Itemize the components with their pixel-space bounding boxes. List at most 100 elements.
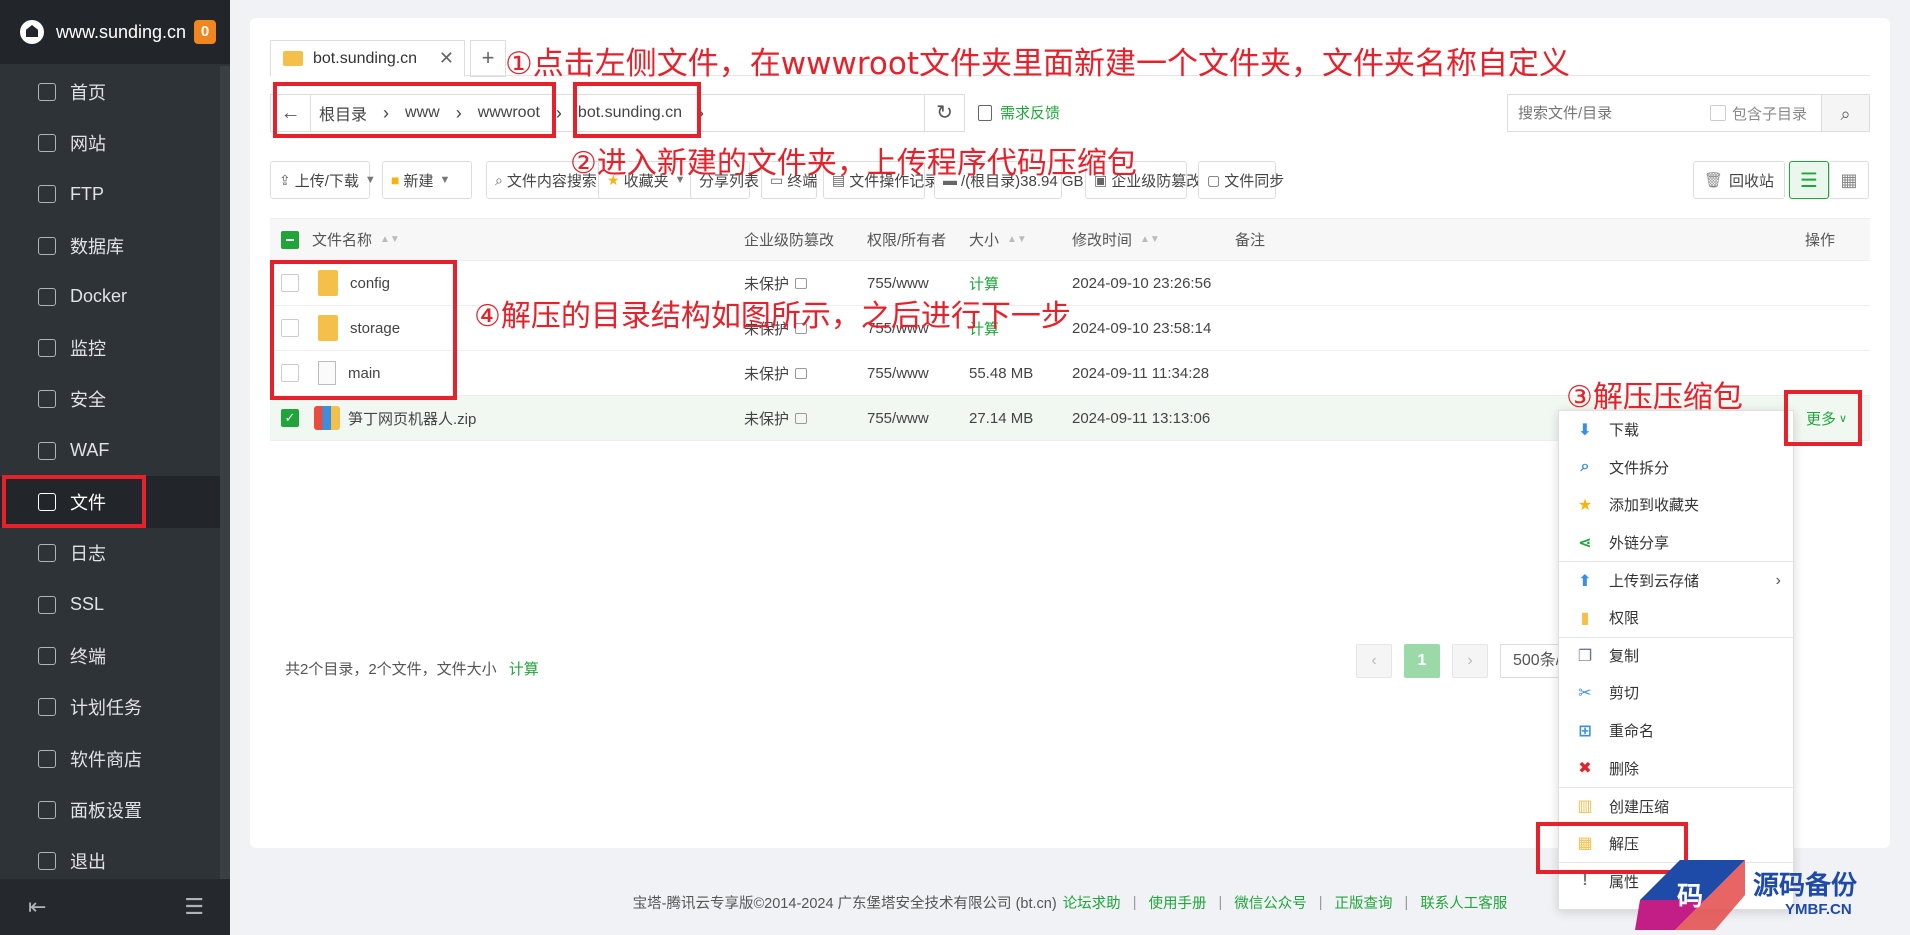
menu-item-4[interactable]: ⬆ 上传到云存储 › (1559, 561, 1793, 599)
feedback-link[interactable]: 需求反馈 (978, 102, 1060, 123)
sidebar-item-3[interactable]: 数据库 (0, 220, 220, 271)
tamper-status: 未保护 (744, 410, 790, 428)
menu-icon[interactable]: ☰ (184, 894, 204, 920)
file-mtime: 2024-09-11 13:13:06 (1072, 409, 1211, 427)
col-size-label: 大小 (969, 232, 1000, 249)
lock-icon[interactable] (795, 367, 808, 379)
row-checkbox-checked[interactable]: ✓ (281, 409, 299, 427)
search-input[interactable] (1518, 104, 1698, 122)
upload-download-button[interactable]: ⇪ 上传/下载 ▼ (270, 161, 376, 199)
sidebar-item-label: 退出 (70, 852, 106, 873)
prev-page-button[interactable]: ‹ (1356, 644, 1392, 678)
terminal-icon (38, 646, 56, 665)
page-1-button[interactable]: 1 (1404, 644, 1440, 678)
share-icon: ⋖ (1578, 534, 1592, 552)
sidebar-item-12[interactable]: 计划任务 (0, 682, 220, 733)
include-subdir-label: 包含子目录 (1732, 105, 1808, 123)
sidebar-item-5[interactable]: 监控 (0, 322, 220, 373)
calc-total-link[interactable]: 计算 (509, 658, 539, 679)
menu-item-label: 外链分享 (1609, 535, 1670, 553)
file-perm[interactable]: 755/www (867, 351, 929, 395)
col-name[interactable]: 文件名称 ▲▼ (312, 219, 400, 260)
sidebar-item-label: 首页 (70, 82, 106, 103)
grid-view-icon[interactable]: ▦ (1829, 161, 1869, 199)
logout-icon (38, 852, 56, 871)
wechat-link[interactable]: 微信公众号 (1234, 892, 1307, 913)
sidebar-item-2[interactable]: FTP (0, 169, 220, 220)
col-size[interactable]: 大小 ▲▼ (969, 219, 1027, 260)
license-link[interactable]: 正版查询 (1335, 892, 1393, 913)
menu-item-8[interactable]: ⊞ 重命名 (1559, 712, 1793, 750)
sort-icon[interactable]: ▲▼ (1007, 234, 1027, 245)
list-view-icon[interactable]: ☰ (1789, 161, 1829, 199)
sidebar-item-4[interactable]: Docker (0, 271, 220, 322)
menu-item-10[interactable]: ▥ 创建压缩 (1559, 786, 1793, 825)
file-perm[interactable]: 755/www (867, 396, 929, 440)
col-mtime-label: 修改时间 (1072, 232, 1133, 249)
tamper-status: 未保护 (744, 365, 790, 383)
chevron-down-icon: ▼ (439, 174, 451, 186)
menu-item-label: 上传到云存储 (1609, 573, 1700, 591)
next-page-button[interactable]: › (1452, 644, 1488, 678)
sort-icon[interactable]: ▲▼ (1140, 234, 1160, 245)
feedback-label: 需求反馈 (1000, 105, 1061, 122)
sidebar-item-label: Docker (70, 286, 128, 307)
file-size: 27.14 MB (969, 409, 1034, 427)
annotation-box-files (2, 475, 146, 528)
lock-icon: ▮ (1580, 609, 1590, 627)
close-icon[interactable]: ✕ (439, 48, 454, 69)
include-subdir-checkbox[interactable] (1710, 105, 1726, 121)
refresh-icon[interactable]: ↻ (924, 95, 964, 131)
forum-link[interactable]: 论坛求助 (1063, 892, 1121, 913)
lock-icon[interactable] (795, 412, 808, 424)
sidebar: www.sunding.cn 0 首页网站 FTP 数据库 Docker 监控 安全 WAF… (0, 0, 230, 935)
database-icon (38, 236, 56, 255)
notification-badge[interactable]: 0 (194, 20, 217, 44)
sidebar-item-label: FTP (70, 183, 104, 204)
recycle-bin-button[interactable]: 🗑 回收站 (1693, 161, 1786, 199)
support-link[interactable]: 联系人工客服 (1420, 892, 1507, 913)
sidebar-item-6[interactable]: 安全 (0, 374, 220, 425)
menu-item-3[interactable]: ⋖ 外链分享 (1559, 524, 1793, 562)
sidebar-item-10[interactable]: SSL (0, 579, 220, 630)
sidebar-item-0[interactable]: 首页 (0, 66, 220, 117)
add-tab-button[interactable]: + (470, 40, 506, 77)
col-mtime[interactable]: 修改时间 ▲▼ (1072, 219, 1160, 260)
menu-item-2[interactable]: ★ 添加到收藏夹 (1559, 486, 1793, 524)
lock-icon[interactable] (795, 277, 808, 289)
menu-item-0[interactable]: ⬇ 下载 (1559, 411, 1793, 449)
folder-icon (283, 51, 303, 66)
manual-link[interactable]: 使用手册 (1148, 892, 1206, 913)
sidebar-item-11[interactable]: 终端 (0, 630, 220, 681)
new-button[interactable]: ■ 新建 ▼ (382, 161, 472, 199)
divider: | (1132, 894, 1137, 911)
sidebar-item-1[interactable]: 网站 (0, 117, 220, 168)
table-header: 文件名称 ▲▼ 企业级防篡改 权限/所有者 大小 ▲▼ 修改时间 ▲▼ 备注 操作 (270, 218, 1870, 261)
sidebar-item-14[interactable]: 面板设置 (0, 784, 220, 835)
search-icon[interactable]: ⌕ (1822, 94, 1870, 132)
settings-icon (38, 800, 56, 819)
tab-bot-sunding[interactable]: bot.sunding.cn ✕ (270, 40, 465, 77)
menu-item-label: 权限 (1609, 610, 1640, 628)
file-sync-button[interactable]: ▢ 文件同步 (1198, 161, 1284, 199)
sidebar-item-13[interactable]: 软件商店 (0, 733, 220, 784)
site-name[interactable]: www.sunding.cn (56, 22, 186, 43)
sidebar-item-9[interactable]: 日志 (0, 528, 220, 579)
archive-icon: ▥ (1577, 798, 1593, 816)
upload-label: 上传/下载 (294, 172, 359, 190)
menu-item-5[interactable]: ▮ 权限 (1559, 599, 1793, 637)
collapse-icon[interactable]: ⇤ (28, 894, 46, 920)
file-name[interactable]: 笋丁网页机器人.zip (348, 408, 476, 429)
sidebar-item-7[interactable]: WAF (0, 425, 220, 476)
sidebar-scrollbar[interactable] (220, 66, 230, 881)
menu-item-7[interactable]: ✂ 剪切 (1559, 674, 1793, 712)
file-mtime: 2024-09-10 23:26:56 (1072, 274, 1212, 292)
menu-item-9[interactable]: ✖ 删除 (1559, 749, 1793, 787)
sort-icon[interactable]: ▲▼ (380, 234, 400, 245)
menu-item-label: 复制 (1609, 648, 1640, 666)
store-icon (38, 749, 56, 768)
select-all-checkbox[interactable] (281, 230, 299, 249)
menu-item-1[interactable]: ⌕ 文件拆分 (1559, 449, 1793, 487)
menu-item-6[interactable]: ❐ 复制 (1559, 636, 1793, 675)
sidebar-item-label: 面板设置 (70, 800, 142, 821)
